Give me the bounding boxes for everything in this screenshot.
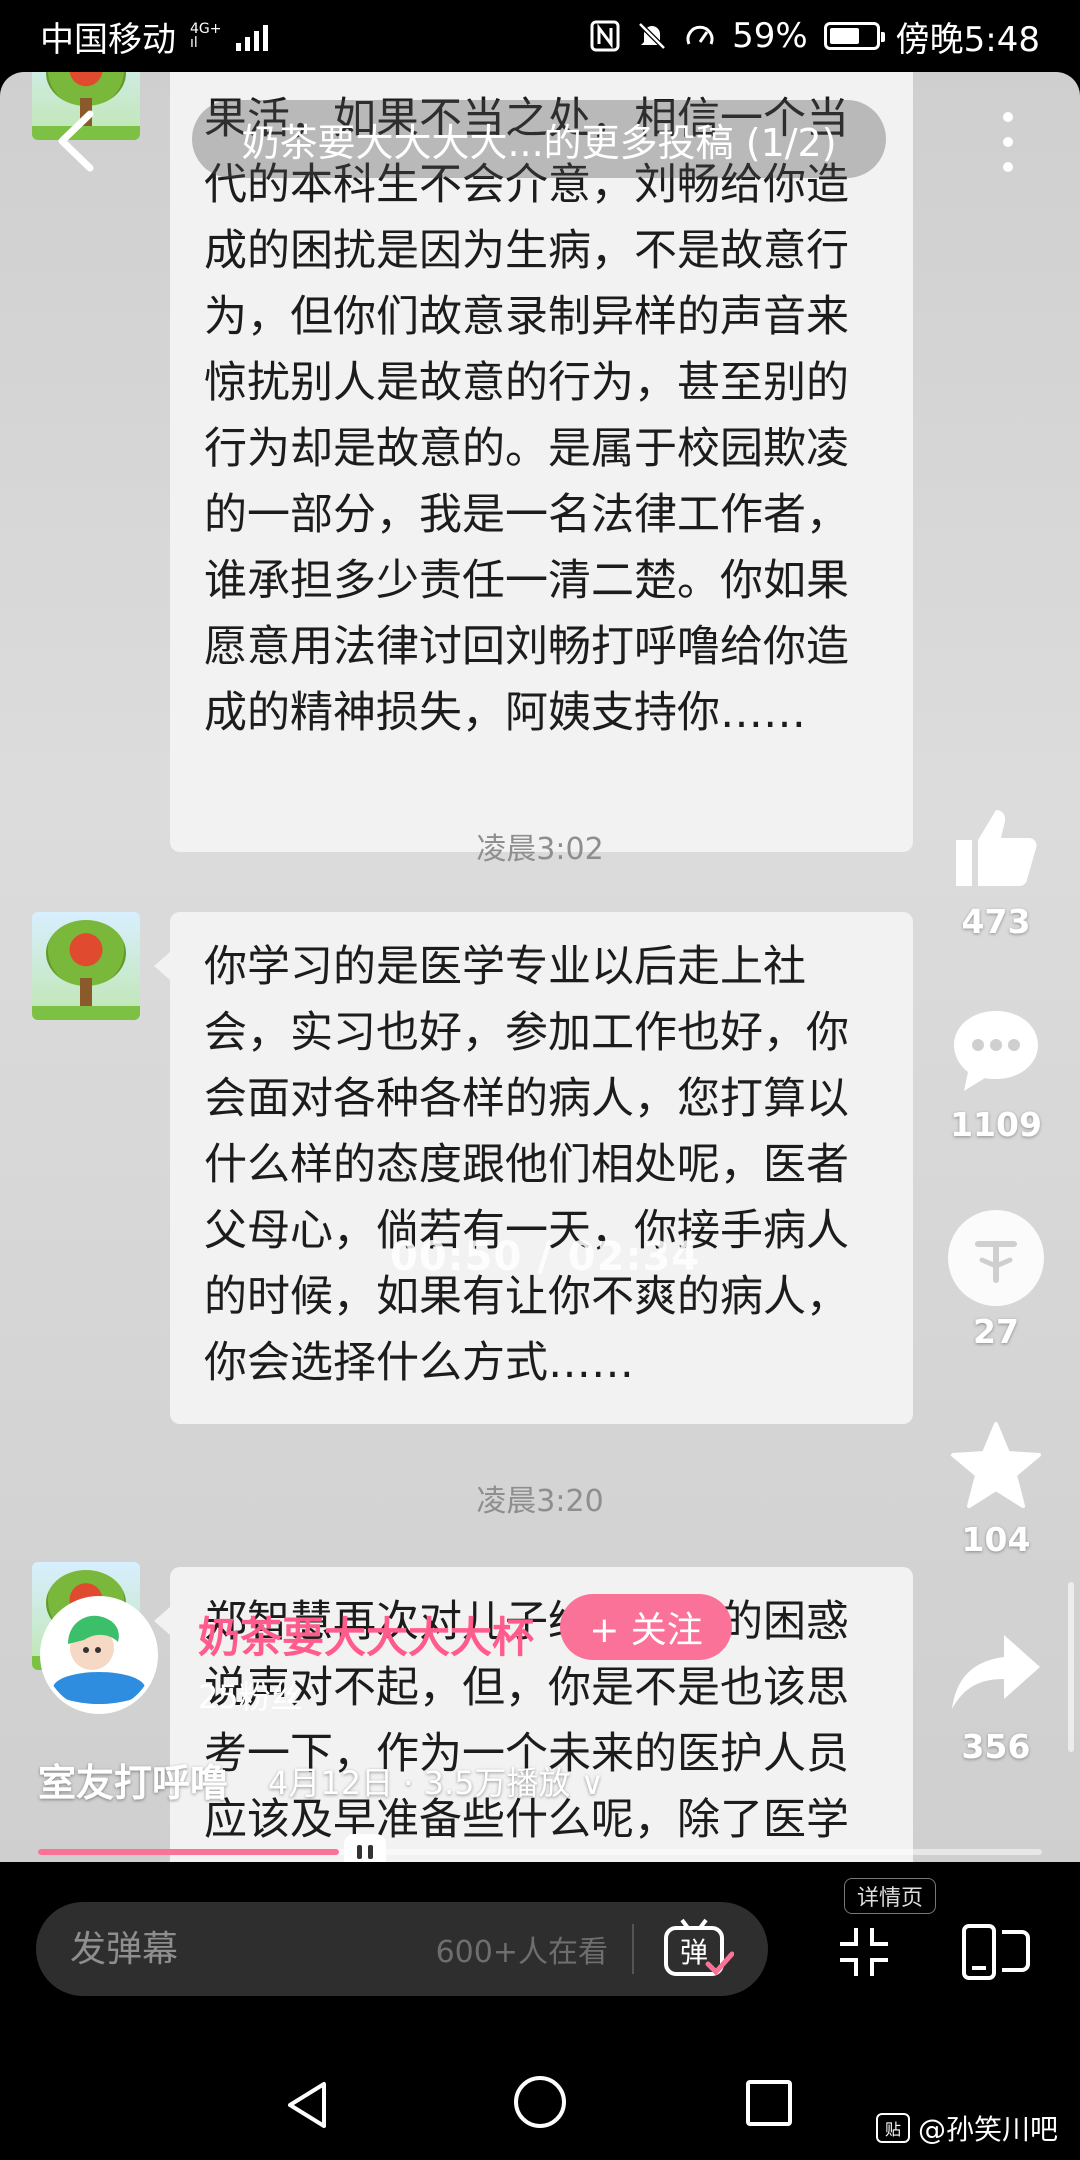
follow-button[interactable]: + 关注 bbox=[560, 1594, 732, 1660]
chat-bubble: 你学习的是医学专业以后走上社会，实习也好，参加工作也好，你会面对各种各样的病人，… bbox=[154, 912, 913, 1424]
chat-timestamp: 凌晨3:02 bbox=[476, 832, 604, 867]
danmaku-input-container[interactable]: 600+人在看 弹 bbox=[36, 1902, 768, 1996]
danmaku-toggle-icon: 弹 bbox=[664, 1918, 735, 1976]
mute-bell-icon bbox=[638, 22, 666, 50]
status-right: 59% 傍晚5:48 bbox=[590, 12, 1040, 61]
signal-icon bbox=[235, 21, 268, 51]
speed-icon bbox=[686, 25, 714, 45]
battery-icon bbox=[823, 22, 885, 50]
tieba-logo-icon: 贴 bbox=[876, 2113, 910, 2143]
thumbs-up-icon bbox=[956, 810, 1037, 886]
share-arrow-icon bbox=[952, 1635, 1040, 1709]
carrier-label: 中国移动 bbox=[40, 19, 176, 60]
more-options-icon[interactable] bbox=[996, 112, 1020, 172]
video-meta[interactable]: 4月12日 · 3.5万播放 ∨ bbox=[268, 1758, 604, 1804]
video-title[interactable]: 室友打呼噜 bbox=[38, 1752, 228, 1807]
video-elapsed-overlay: 00:50 / 02:34 bbox=[390, 1234, 701, 1280]
uploader-avatar[interactable] bbox=[40, 1596, 158, 1714]
danmaku-input[interactable] bbox=[70, 1928, 410, 1970]
comment-button[interactable]: 1109 bbox=[940, 1003, 1052, 1144]
video-player[interactable]: 果活，如果不当之处，相信一个当代的本科生不会介意，刘畅给你造成的困扰是因为生病，… bbox=[0, 72, 1080, 1862]
battery-fill bbox=[829, 28, 860, 44]
chat-avatar bbox=[32, 912, 140, 1020]
status-left: 中国移动 4G+ ıl bbox=[40, 12, 268, 61]
nav-back-icon[interactable] bbox=[284, 2080, 334, 2130]
playlist-title[interactable]: 奶茶要大大大大...的更多投稿 (1/2) bbox=[192, 100, 886, 178]
progress-fill bbox=[38, 1849, 340, 1855]
chat-bubble: 果活，如果不当之处，相信一个当代的本科生不会介意，刘畅给你造成的困扰是因为生病，… bbox=[170, 72, 913, 852]
battery-percent: 59% bbox=[732, 16, 808, 56]
progress-bar[interactable] bbox=[38, 1849, 1042, 1855]
svg-text:弹: 弹 bbox=[680, 1936, 708, 1969]
playlist-title-text: 奶茶要大大大大...的更多投稿 (1/2) bbox=[241, 120, 837, 165]
uploader-fans: 25粉丝 bbox=[198, 1678, 303, 1716]
screen-rotate-icon[interactable] bbox=[960, 1920, 1032, 1982]
share-count: 356 bbox=[961, 1727, 1031, 1766]
exit-fullscreen-icon[interactable] bbox=[836, 1924, 892, 1980]
favorite-button[interactable]: 104 bbox=[940, 1418, 1052, 1559]
watermark: 贴 @孙笑川吧 bbox=[876, 2108, 1058, 2148]
status-bar: 中国移动 4G+ ıl 59% 傍晚5:48 bbox=[0, 0, 1080, 72]
divider bbox=[632, 1924, 634, 1974]
star-icon bbox=[951, 1422, 1041, 1508]
viewer-count: 600+人在看 bbox=[435, 1935, 608, 1970]
coin-button[interactable]: 27 bbox=[940, 1210, 1052, 1351]
coin-count: 27 bbox=[973, 1312, 1019, 1351]
comment-bubble-icon bbox=[954, 1011, 1038, 1091]
favorite-count: 104 bbox=[961, 1520, 1031, 1559]
coin-icon bbox=[948, 1210, 1044, 1306]
nfc-icon bbox=[590, 20, 620, 52]
scroll-indicator bbox=[1068, 1582, 1074, 1752]
chat-timestamp: 凌晨3:20 bbox=[476, 1484, 604, 1519]
bottom-bar: 600+人在看 弹 详情页 bbox=[0, 1862, 1080, 2040]
watermark-text: @孙笑川吧 bbox=[918, 2113, 1059, 2146]
comment-count: 1109 bbox=[950, 1105, 1042, 1144]
network-type-icon: 4G+ ıl bbox=[190, 21, 222, 51]
clock: 傍晚5:48 bbox=[895, 19, 1040, 60]
uploader-name[interactable]: 奶茶要大大大大杯 bbox=[198, 1604, 534, 1665]
detail-page-label[interactable]: 详情页 bbox=[844, 1878, 936, 1914]
like-button[interactable]: 473 bbox=[940, 800, 1052, 941]
nav-recents-icon[interactable] bbox=[746, 2080, 792, 2126]
share-button[interactable]: 356 bbox=[940, 1625, 1052, 1766]
nav-home-icon[interactable] bbox=[514, 2076, 566, 2128]
back-arrow-icon[interactable] bbox=[50, 106, 106, 176]
like-count: 473 bbox=[961, 902, 1031, 941]
danmaku-toggle-button[interactable]: 弹 bbox=[662, 1918, 735, 1980]
